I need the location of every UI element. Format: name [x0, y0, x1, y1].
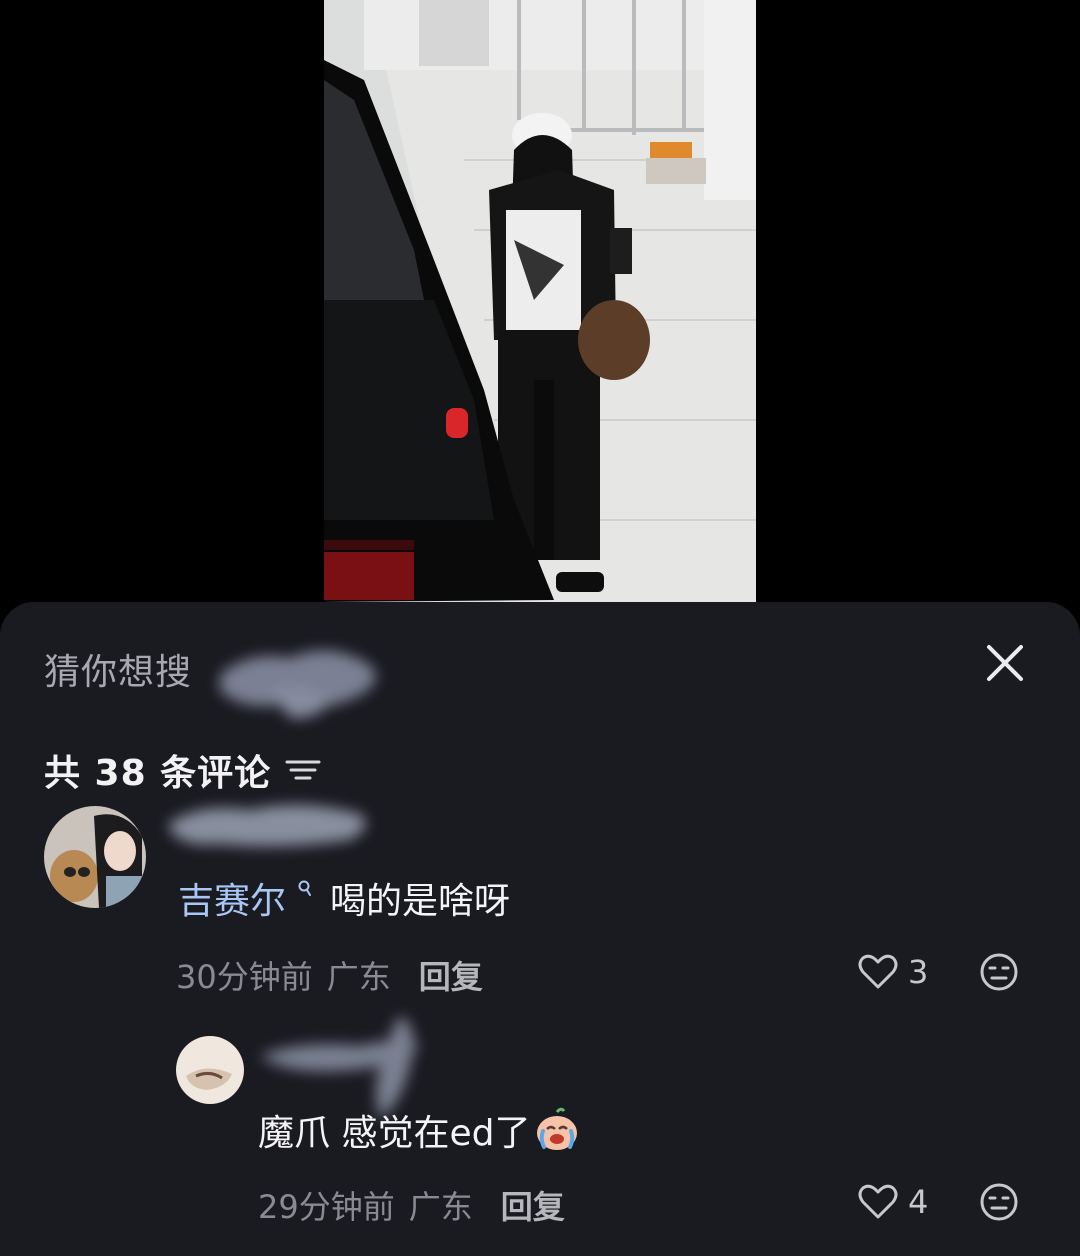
video-player[interactable]: [324, 0, 756, 602]
avatar[interactable]: [176, 1036, 244, 1104]
search-suggestion-label: 猜你想搜: [44, 652, 193, 693]
comment-text: 吉赛尔 喝的是啥呀: [178, 872, 510, 924]
comment-location: 广东: [326, 958, 391, 996]
comment-meta: 30分钟前 广东 回复: [176, 952, 483, 998]
comment-body: 喝的是啥呀: [330, 881, 511, 922]
reply-button[interactable]: 回复: [501, 1182, 565, 1228]
close-icon[interactable]: [978, 636, 1032, 690]
sort-filter-icon[interactable]: [285, 755, 321, 785]
comment-time: 30分钟前: [176, 958, 313, 996]
video-frame-image: [324, 0, 756, 602]
like-count: 4: [908, 1183, 929, 1221]
like-button[interactable]: 3: [858, 953, 928, 991]
comment-text: 魔爪 感觉在ed了: [258, 1104, 580, 1156]
like-button[interactable]: 4: [858, 1183, 928, 1221]
comment-meta: 29分钟前 广东 回复: [258, 1182, 565, 1228]
blurred-search-term: [220, 650, 376, 719]
reply-button[interactable]: 回复: [419, 952, 483, 998]
comment-location: 广东: [408, 1188, 473, 1226]
dislike-face-icon[interactable]: [979, 1182, 1019, 1222]
dislike-face-icon[interactable]: [979, 952, 1019, 992]
blurred-username: [168, 804, 366, 847]
like-count: 3: [908, 953, 929, 991]
comment-time: 29分钟前: [258, 1188, 395, 1226]
avatar-image: [176, 1036, 244, 1104]
search-mention-icon: [298, 880, 312, 896]
heart-icon: [858, 954, 898, 989]
mention-link[interactable]: 吉赛尔: [178, 872, 286, 924]
avatar-image: [44, 806, 146, 908]
avatar[interactable]: [44, 806, 146, 908]
heart-icon: [858, 1184, 898, 1219]
comment-body: 魔爪 感觉在ed了: [258, 1113, 531, 1154]
comment-sheet: 猜你想搜 共 38 条评论 吉赛尔 喝的是啥呀 30分钟前 广东 回复 3 魔爪…: [0, 602, 1080, 1256]
crying-emoji-icon: [537, 1107, 578, 1150]
search-suggestion[interactable]: 猜你想搜: [44, 644, 192, 694]
